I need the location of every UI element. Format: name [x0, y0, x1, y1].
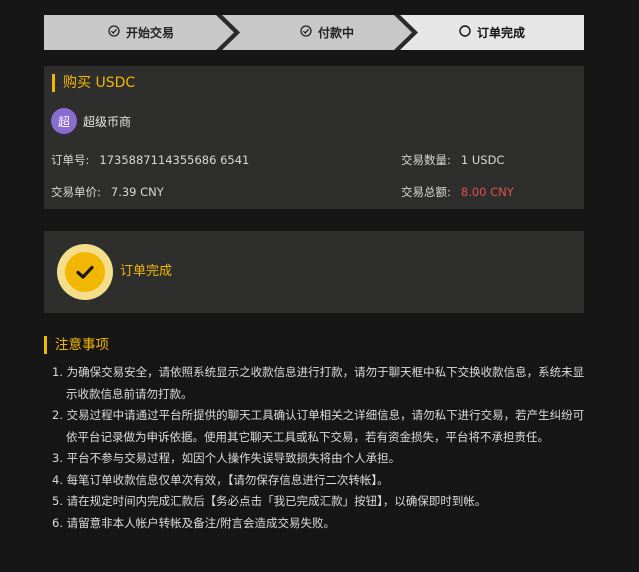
circle-icon — [459, 25, 471, 40]
quantity-value: 1 USDC — [460, 153, 505, 167]
step-order-complete: 订单完成 — [400, 15, 584, 50]
quantity-field: 交易数量: 1 USDC — [401, 152, 504, 168]
quantity-label: 交易数量: — [401, 153, 451, 167]
list-item: 5. 请在规定时间内完成汇款后【务必点击「我已完成汇款」按钮】，以确保即时到帐。 — [52, 494, 487, 508]
progress-steps: 开始交易 付款中 订单完成 — [44, 15, 584, 50]
success-check-icon — [57, 244, 113, 300]
unit-price-label: 交易单价: — [51, 185, 101, 199]
order-number-field: 订单号: 1735887114355686 6541 — [51, 152, 249, 168]
list-item: 1. 为确保交易安全，请依照系统显示之收款信息进行打款，请勿于聊天框中私下交换收… — [52, 365, 585, 401]
list-item: 2. 交易过程中请通过平台所提供的聊天工具确认订单相关之详细信息，请勿私下进行交… — [52, 408, 585, 444]
total-field: 交易总额: 8.00 CNY — [401, 184, 514, 200]
merchant-name: 超级币商 — [83, 114, 132, 129]
order-number-label: 订单号: — [51, 153, 90, 167]
order-status-card: 订单完成 — [44, 231, 584, 313]
order-card: 购买 USDC 超 超级币商 订单号: 1735887114355686 6541… — [44, 66, 584, 209]
total-value: 8.00 CNY — [460, 185, 514, 199]
unit-price-value: 7.39 CNY — [110, 185, 164, 199]
step-start-trade: 开始交易 — [44, 15, 238, 50]
order-title: 购买 USDC — [52, 74, 135, 92]
list-item: 4. 每笔订单收款信息仅单次有效，【请勿保存信息进行二次转帐】。 — [52, 472, 389, 487]
order-number-value: 1735887114355686 6541 — [99, 153, 250, 167]
step-label: 开始交易 — [125, 26, 174, 40]
check-circle-icon — [300, 25, 312, 40]
step-label: 付款中 — [317, 26, 354, 40]
merchant-info[interactable]: 超 超级币商 — [51, 108, 131, 134]
step-label: 订单完成 — [476, 26, 525, 40]
total-label: 交易总额: — [401, 185, 451, 199]
unit-price-field: 交易单价: 7.39 CNY — [51, 184, 164, 200]
notes-list: 1. 为确保交易安全，请依照系统显示之收款信息进行打款，请勿于聊天框中私下交换收… — [52, 362, 588, 534]
list-item: 3. 平台不参与交易过程，如因个人操作失误导致损失将由个人承担。 — [52, 451, 401, 465]
notes-title: 注意事项 — [44, 336, 109, 354]
check-circle-icon — [108, 25, 120, 40]
list-item: 6. 请留意非本人帐户转帐及备注/附言会造成交易失败。 — [52, 515, 335, 530]
avatar: 超 — [51, 108, 77, 134]
status-text: 订单完成 — [120, 264, 173, 279]
